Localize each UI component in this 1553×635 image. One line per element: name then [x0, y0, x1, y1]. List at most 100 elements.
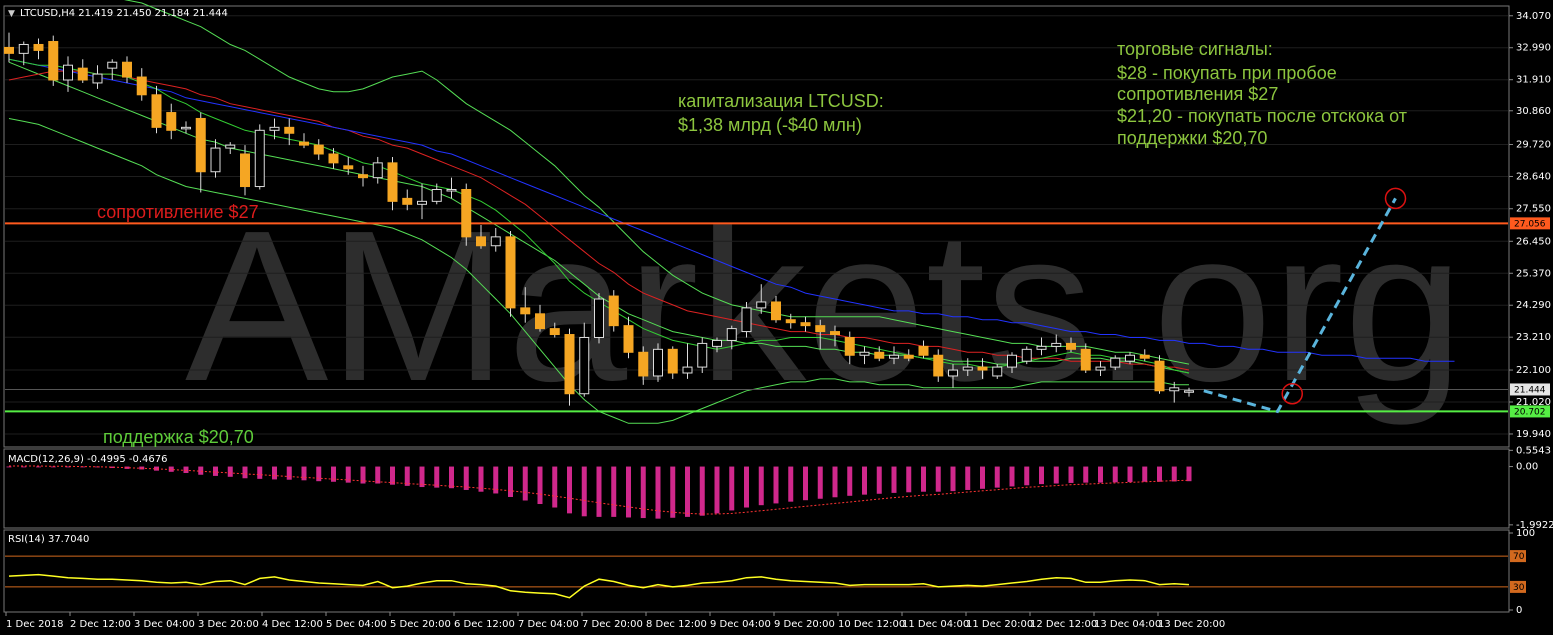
- candle-body-down: [623, 325, 634, 353]
- candle-body-down: [77, 67, 88, 81]
- macd-bar: [449, 466, 454, 489]
- rsi-level-tag: 30: [1513, 583, 1525, 593]
- macd-bar: [567, 466, 572, 514]
- candle-body-up: [1169, 387, 1180, 392]
- time-tick-label: 5 Dec 20:00: [390, 619, 451, 630]
- macd-header: MACD(12,26,9) -0.4995 -0.4676: [8, 454, 168, 465]
- chart-canvas: AMarkets.org 34.07032.99031.91030.86029.…: [0, 0, 1553, 635]
- candle-body-down: [535, 313, 545, 330]
- macd-bar: [1157, 466, 1162, 482]
- cap-line-1: капитализация LTCUSD:: [678, 91, 884, 111]
- macd-bar: [316, 466, 322, 482]
- macd-bar: [758, 466, 764, 506]
- candle-body-down: [1139, 354, 1150, 359]
- time-tick-label: 7 Dec 04:00: [518, 619, 579, 630]
- candle-body-down: [1066, 342, 1076, 350]
- macd-bar: [434, 466, 440, 488]
- candle-body-down: [1080, 348, 1091, 371]
- macd-bar: [847, 466, 853, 496]
- time-tick-label: 13 Dec 20:00: [1158, 619, 1225, 630]
- candle-body-down: [4, 46, 14, 54]
- candle-body-down: [343, 165, 354, 170]
- price-tick-label: 32.990: [1516, 43, 1551, 54]
- candle-body-down: [240, 153, 250, 188]
- candle: [254, 124, 265, 190]
- candle-body-down: [800, 322, 811, 327]
- time-tick-label: 1 Dec 2018: [6, 619, 64, 630]
- candle-body-down: [667, 348, 678, 374]
- macd-bar: [817, 466, 823, 499]
- macd-bar: [36, 466, 41, 468]
- signals-line-1: торговые сигналы:: [1117, 39, 1273, 59]
- macd-bar: [714, 466, 720, 514]
- macd-bar: [891, 466, 897, 493]
- support-label: поддержка $20,70: [103, 427, 254, 447]
- time-tick-label: 11 Dec 20:00: [966, 619, 1033, 630]
- macd-bar: [227, 466, 233, 477]
- macd-bar: [257, 466, 263, 479]
- candle-body-up: [712, 339, 722, 347]
- candle-body-down: [33, 43, 44, 51]
- candle-body-up: [490, 236, 501, 247]
- price-tick-label: 24.290: [1516, 300, 1551, 311]
- candle-body-down: [608, 295, 619, 327]
- candle-body-up: [181, 126, 191, 130]
- candle: [505, 230, 516, 317]
- candle-body-up: [741, 307, 752, 333]
- candle-body-down: [520, 307, 531, 315]
- macd-bar: [729, 466, 735, 511]
- macd-bar: [537, 466, 543, 505]
- macd-bar: [21, 466, 27, 468]
- candle-body-down: [122, 61, 132, 78]
- candle-body-up: [1051, 342, 1062, 347]
- macd-bar: [198, 466, 204, 475]
- macd-bar: [670, 466, 676, 518]
- macd-bar: [965, 466, 971, 490]
- macd-bar: [803, 466, 808, 501]
- macd-bar: [1039, 466, 1044, 485]
- macd-bar: [286, 466, 292, 480]
- candle-body-down: [284, 126, 295, 134]
- price-tick-label: 31.910: [1516, 75, 1551, 86]
- signals-line-2: $28 - покупать при пробое: [1117, 63, 1337, 83]
- signals-line-4: $21,20 - покупать после отскока от: [1117, 106, 1407, 126]
- candle-body-up: [225, 144, 236, 149]
- price-tick-label: 30.860: [1516, 106, 1551, 117]
- time-tick-label: 11 Dec 04:00: [902, 619, 969, 630]
- macd-bar: [1068, 466, 1074, 483]
- candle-body-up: [726, 328, 737, 341]
- candle-body-up: [269, 126, 280, 131]
- time-tick-label: 3 Dec 04:00: [134, 619, 195, 630]
- candle: [1021, 346, 1032, 365]
- candle: [564, 328, 575, 406]
- macd-bar: [788, 466, 794, 502]
- macd-bar: [935, 466, 941, 492]
- candle-body-up: [1125, 354, 1135, 362]
- time-tick-label: 2 Dec 12:00: [70, 619, 131, 630]
- macd-bar: [1142, 466, 1148, 482]
- macd-bar: [581, 466, 587, 517]
- macd-bar: [272, 466, 277, 480]
- symbol-menu-icon[interactable]: ▼: [8, 9, 15, 19]
- rsi-tick-label: 100: [1516, 528, 1535, 539]
- macd-bar: [950, 466, 956, 492]
- candle-body-down: [313, 144, 324, 155]
- candle-body-down: [638, 351, 649, 377]
- candle-body-down: [402, 197, 413, 205]
- candle-body-up: [1007, 354, 1017, 368]
- macd-bar: [685, 466, 690, 517]
- time-tick-label: 10 Dec 12:00: [838, 619, 905, 630]
- price-tick-label: 25.370: [1516, 268, 1551, 279]
- macd-bar: [242, 466, 248, 479]
- macd-tick-label: 0.00: [1516, 462, 1538, 473]
- candle: [608, 290, 619, 332]
- candle-body-down: [830, 331, 840, 336]
- time-tick-label: 9 Dec 04:00: [710, 619, 771, 630]
- time-tick-label: 3 Dec 20:00: [198, 619, 259, 630]
- candle-body-up: [1095, 366, 1106, 371]
- candle-body-down: [387, 162, 398, 202]
- time-tick-label: 12 Dec 12:00: [1030, 619, 1097, 630]
- candle-body-down: [815, 325, 826, 333]
- price-tick-label: 22.100: [1516, 365, 1551, 376]
- candle-body-down: [771, 301, 781, 321]
